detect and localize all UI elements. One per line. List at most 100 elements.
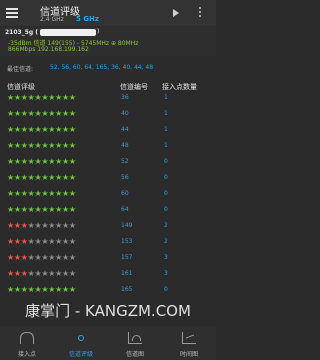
speed-ip-info: 866Mbps 192.168.199.162 xyxy=(8,46,89,53)
nav-label: 时间图 xyxy=(179,351,198,358)
star-icon: ★ xyxy=(62,237,69,246)
star-icon: ★ xyxy=(20,109,28,118)
band-2-4ghz[interactable]: 2.4 GHz xyxy=(40,16,64,23)
star-icon: ★ xyxy=(27,93,35,102)
star-icon: ★ xyxy=(55,205,62,214)
nav-label: 信道图 xyxy=(125,351,144,358)
table-row: ★★★★★★★★★★ 40 1 xyxy=(0,109,216,119)
ap-count: 1 xyxy=(164,142,168,149)
star-icon: ★ xyxy=(20,189,28,198)
star-icon: ★ xyxy=(55,141,62,150)
star-icon: ★ xyxy=(7,285,14,294)
star-icon: ★ xyxy=(68,157,76,166)
star-icon: ★ xyxy=(62,173,69,182)
star-icon: ★ xyxy=(7,157,14,166)
star-icon: ★ xyxy=(7,253,14,262)
ap-count: 0 xyxy=(164,174,168,181)
table-row: ★★★★★★★★★★ 56 0 xyxy=(0,173,216,183)
nav-channel-graph[interactable]: 信道图 xyxy=(108,326,162,360)
table-row: ★★★★★★★★★★ 149 2 xyxy=(0,221,216,231)
star-icon: ★ xyxy=(20,269,28,278)
star-icon: ★ xyxy=(62,141,69,150)
rating-stars: ★★★★★★★★★★ xyxy=(7,125,76,135)
star-icon: ★ xyxy=(68,125,76,134)
channel-rating-icon xyxy=(74,332,88,344)
ap-count: 0 xyxy=(164,190,168,197)
nav-time-graph[interactable]: 时间图 xyxy=(162,326,216,360)
star-icon: ★ xyxy=(7,173,14,182)
table-row: ★★★★★★★★★★ 161 3 xyxy=(0,269,216,279)
ap-count: 2 xyxy=(164,222,168,229)
channel-number: 56 xyxy=(121,174,129,181)
rating-stars: ★★★★★★★★★★ xyxy=(7,157,76,167)
star-icon: ★ xyxy=(27,189,35,198)
star-icon: ★ xyxy=(62,269,69,278)
star-icon: ★ xyxy=(68,269,76,278)
star-icon: ★ xyxy=(7,237,14,246)
nav-channel-rating[interactable]: 信道评级 xyxy=(54,326,108,360)
table-row: ★★★★★★★★★★ 44 1 xyxy=(0,125,216,135)
star-icon: ★ xyxy=(20,237,28,246)
star-icon: ★ xyxy=(13,109,21,118)
channel-number: 52 xyxy=(121,158,129,165)
rating-stars: ★★★★★★★★★★ xyxy=(7,221,76,231)
star-icon: ★ xyxy=(13,141,21,150)
table-row: ★★★★★★★★★★ 36 1 xyxy=(0,93,216,103)
star-icon: ★ xyxy=(68,221,76,230)
ap-count: 1 xyxy=(164,110,168,117)
bottom-nav: 接入点 信道评级 信道图 时间图 xyxy=(0,326,216,360)
star-icon: ★ xyxy=(27,109,35,118)
ssid-label: 2103_5g ( xyxy=(5,29,38,36)
star-icon: ★ xyxy=(13,157,21,166)
best-channels-label: 最佳信道: xyxy=(7,66,34,73)
star-icon: ★ xyxy=(68,173,76,182)
rating-stars: ★★★★★★★★★★ xyxy=(7,285,76,295)
rating-stars: ★★★★★★★★★★ xyxy=(7,141,76,151)
ap-count: 0 xyxy=(164,158,168,165)
star-icon: ★ xyxy=(68,141,76,150)
best-channels-values: 52, 56, 60, 64, 165, 36, 40, 44, 48 xyxy=(50,64,154,71)
rating-stars: ★★★★★★★★★★ xyxy=(7,269,76,279)
channel-number: 149 xyxy=(121,222,133,229)
star-icon: ★ xyxy=(7,269,14,278)
star-icon: ★ xyxy=(13,125,21,134)
header-channel: 信道编号 xyxy=(120,83,148,91)
ssid-redaction xyxy=(40,29,96,36)
star-icon: ★ xyxy=(68,253,76,262)
star-icon: ★ xyxy=(68,237,76,246)
header-rating: 信道评级 xyxy=(7,83,35,91)
ap-count: 2 xyxy=(164,238,168,245)
rating-stars: ★★★★★★★★★★ xyxy=(7,173,76,183)
header-count: 接入点数量 xyxy=(162,83,197,91)
channel-graph-icon xyxy=(128,332,142,344)
band-5ghz[interactable]: 5 GHz xyxy=(76,15,99,23)
rating-stars: ★★★★★★★★★★ xyxy=(7,189,76,199)
star-icon: ★ xyxy=(62,157,69,166)
rating-stars: ★★★★★★★★★★ xyxy=(7,237,76,247)
star-icon: ★ xyxy=(27,141,35,150)
star-icon: ★ xyxy=(55,93,62,102)
star-icon: ★ xyxy=(27,221,35,230)
star-icon: ★ xyxy=(7,221,14,230)
star-icon: ★ xyxy=(55,237,62,246)
star-icon: ★ xyxy=(7,93,14,102)
ssid-tail: ) xyxy=(97,28,100,35)
star-icon: ★ xyxy=(13,269,21,278)
star-icon: ★ xyxy=(13,285,21,294)
star-icon: ★ xyxy=(55,253,62,262)
nav-access-points[interactable]: 接入点 xyxy=(0,326,54,360)
table-row: ★★★★★★★★★★ 157 3 xyxy=(0,253,216,263)
channel-number: 60 xyxy=(121,190,129,197)
star-icon: ★ xyxy=(55,269,62,278)
play-icon[interactable] xyxy=(173,9,179,17)
ap-count: 1 xyxy=(164,94,168,101)
star-icon: ★ xyxy=(55,173,62,182)
star-icon: ★ xyxy=(62,285,69,294)
table-row: ★★★★★★★★★★ 165 0 xyxy=(0,285,216,295)
menu-icon[interactable] xyxy=(6,8,18,18)
more-icon[interactable] xyxy=(199,7,202,19)
time-graph-icon xyxy=(182,332,196,344)
rating-stars: ★★★★★★★★★★ xyxy=(7,205,76,215)
star-icon: ★ xyxy=(62,109,69,118)
channel-number: 165 xyxy=(121,286,133,293)
